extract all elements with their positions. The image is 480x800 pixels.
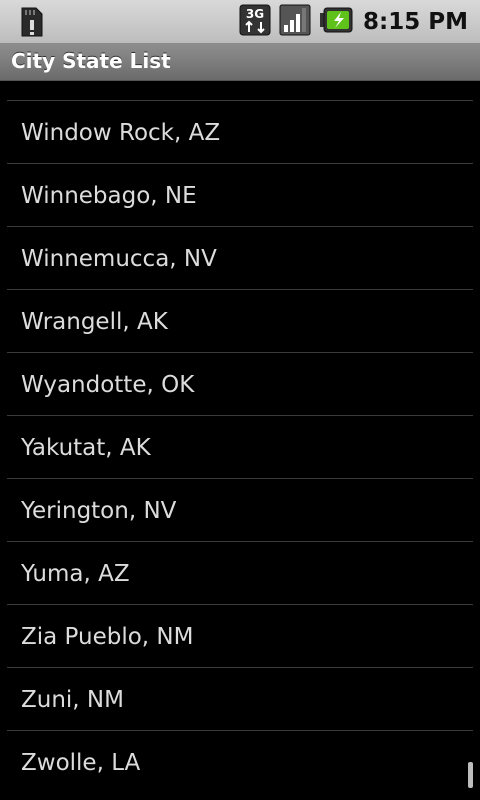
network-type-label: 3G xyxy=(246,7,264,21)
list-item[interactable]: Zwolle, LA xyxy=(0,731,480,794)
list-item-label: Yakutat, AK xyxy=(21,434,151,461)
sd-card-icon xyxy=(18,6,44,42)
list-item[interactable]: Zuni, NM xyxy=(0,668,480,731)
list-item[interactable]: Winnemucca, NV xyxy=(0,227,480,290)
list-item-label: Wyandotte, OK xyxy=(21,371,195,398)
list-item[interactable]: Window Rock, AZ xyxy=(0,101,480,164)
list-item-label: Zia Pueblo, NM xyxy=(21,623,194,650)
city-state-list[interactable]: Window Rock, AZ Winnebago, NE Winnemucca… xyxy=(0,81,480,800)
clock-time: 8:15 PM xyxy=(363,9,468,35)
title-bar: City State List xyxy=(0,44,480,81)
list-item-label: Zuni, NM xyxy=(21,686,124,713)
status-icons: 3G 8:15 PM xyxy=(231,0,468,44)
app-title: City State List xyxy=(11,49,171,73)
list-item-label: Yerington, NV xyxy=(21,497,177,524)
list-item-label: Yuma, AZ xyxy=(21,560,130,587)
list-item[interactable]: Yerington, NV xyxy=(0,479,480,542)
list-item[interactable]: Zia Pueblo, NM xyxy=(0,605,480,668)
list-item[interactable]: Yuma, AZ xyxy=(0,542,480,605)
list-item[interactable]: Winnebago, NE xyxy=(0,164,480,227)
list-item-label: Zwolle, LA xyxy=(21,749,141,776)
list-item[interactable]: Yakutat, AK xyxy=(0,416,480,479)
battery-charging-icon xyxy=(319,7,353,37)
list-item-label: Window Rock, AZ xyxy=(21,119,221,146)
status-bar: 3G 8:15 PM xyxy=(0,0,480,44)
list-item-label: Winnebago, NE xyxy=(21,182,197,209)
list-item-label: Wrangell, AK xyxy=(21,308,168,335)
signal-strength-icon xyxy=(279,4,311,40)
list-item[interactable]: Wrangell, AK xyxy=(0,290,480,353)
list-item[interactable]: Wyandotte, OK xyxy=(0,353,480,416)
scrollbar-thumb[interactable] xyxy=(468,762,473,788)
list-item-label: Winnemucca, NV xyxy=(21,245,217,272)
3g-data-icon: 3G xyxy=(239,4,271,40)
